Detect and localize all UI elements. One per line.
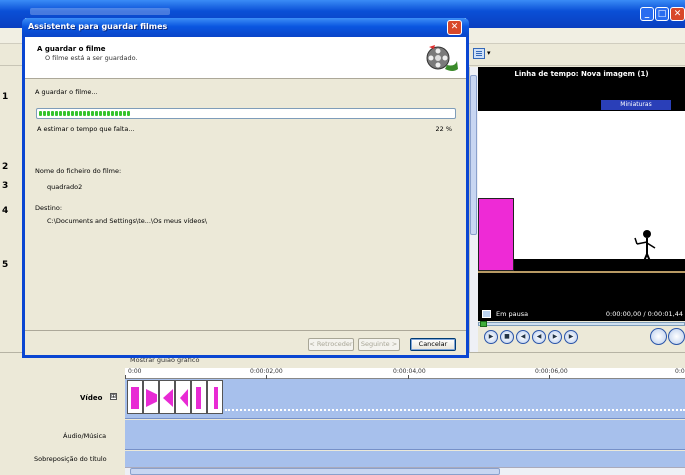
- video-clip[interactable]: [127, 380, 143, 414]
- progress-fill: [39, 111, 130, 116]
- progress-block: [123, 111, 126, 116]
- next-frame-button[interactable]: ▶: [564, 330, 578, 344]
- header-subtitle: O filme está a ser guardado.: [45, 54, 138, 62]
- video-track-label: Vídeo: [80, 394, 103, 402]
- progress-block: [103, 111, 106, 116]
- monitor-icon: [482, 310, 491, 318]
- progress-block: [47, 111, 50, 116]
- side-step-number: 4: [2, 206, 9, 216]
- audio-track[interactable]: [125, 420, 685, 450]
- dialog-title: Assistente para guardar filmes: [28, 22, 168, 31]
- preview-monitor: Linha de tempo: Nova imagem (1) Miniatur…: [478, 67, 685, 351]
- preview-frame: [478, 111, 685, 273]
- preview-status-bar: Em pausa 0:00:00,00 / 0:00:01,44: [478, 307, 685, 321]
- video-clips: [125, 380, 225, 416]
- dialog-separator: [25, 330, 466, 331]
- pink-rectangle-shape: [478, 198, 514, 271]
- stick-figure-icon: [634, 230, 656, 267]
- play-button[interactable]: ▶: [484, 330, 498, 344]
- previous-frame-button[interactable]: ◀: [516, 330, 530, 344]
- seek-thumb[interactable]: [480, 321, 487, 327]
- audio-track-label: Áudio/Música: [63, 432, 107, 440]
- thumbnails-button[interactable]: Miniaturas: [601, 100, 671, 110]
- tick-label: 0:00: [128, 368, 142, 375]
- title-overlay-track[interactable]: [125, 451, 685, 467]
- rewind-button[interactable]: ◀: [532, 330, 546, 344]
- preview-title: Linha de tempo: Nova imagem (1): [478, 67, 685, 81]
- progress-block: [71, 111, 74, 116]
- tick-label: 0:00:06,00: [535, 368, 568, 375]
- video-clip[interactable]: [175, 380, 191, 414]
- progress-block: [51, 111, 54, 116]
- progress-percent: 22 %: [435, 125, 452, 133]
- playback-status: Em pausa: [496, 310, 529, 318]
- app-title-blurred: [30, 8, 170, 15]
- forward-button[interactable]: ▶: [548, 330, 562, 344]
- tick-label: 0:0: [675, 368, 685, 375]
- side-step-number: 2: [2, 162, 9, 172]
- progress-block: [79, 111, 82, 116]
- tasks-scrollbar-thumb[interactable]: [470, 75, 477, 235]
- progress-block: [39, 111, 42, 116]
- preview-screen: Miniaturas: [478, 81, 685, 308]
- dialog-titlebar: Assistente para guardar filmes ✕: [22, 18, 469, 37]
- progress-block: [63, 111, 66, 116]
- side-step-number: 1: [2, 92, 9, 102]
- ground-line: [478, 271, 685, 273]
- progress-block: [67, 111, 70, 116]
- snapshot-button[interactable]: [668, 328, 685, 345]
- view-options-dropdown-icon[interactable]: ▾: [487, 49, 491, 57]
- filename-label: Nome do ficheiro do filme:: [35, 167, 122, 175]
- time-remaining-label: A estimar o tempo que falta...: [37, 125, 135, 133]
- app-close-button[interactable]: ✕: [670, 7, 685, 21]
- progress-block: [99, 111, 102, 116]
- progress-block: [107, 111, 110, 116]
- progress-block: [75, 111, 78, 116]
- dialog-header: A guardar o filme O filme está a ser gua…: [25, 37, 466, 79]
- playback-time: 0:00:00,00 / 0:00:01,44: [605, 310, 683, 318]
- progress-block: [111, 111, 114, 116]
- split-clip-button[interactable]: [650, 328, 667, 345]
- next-button[interactable]: Seguinte >: [358, 338, 400, 351]
- title-overlay-track-label: Sobreposição do título: [34, 455, 107, 463]
- filename-value: quadrado2: [47, 183, 83, 191]
- destination-label: Destino:: [35, 204, 63, 212]
- side-step-number: 5: [2, 260, 9, 270]
- progress-block: [59, 111, 62, 116]
- timeline-scrollbar-thumb[interactable]: [130, 468, 500, 475]
- progress-block: [119, 111, 122, 116]
- video-clip[interactable]: [159, 380, 175, 414]
- stop-button[interactable]: ■: [500, 330, 514, 344]
- save-movie-wizard: Assistente para guardar filmes ✕ A guard…: [22, 18, 469, 358]
- destination-value: C:\Documents and Settings\te...\Os meus …: [47, 217, 207, 225]
- header-title: A guardar o filme: [37, 45, 106, 53]
- view-options-icon[interactable]: [473, 48, 485, 59]
- progress-block: [95, 111, 98, 116]
- cancel-button[interactable]: Cancelar: [410, 338, 456, 351]
- video-clip[interactable]: [191, 380, 207, 414]
- dialog-close-button[interactable]: ✕: [447, 20, 462, 35]
- tick-label: 0:00:02,00: [250, 368, 283, 375]
- progress-block: [83, 111, 86, 116]
- video-clip[interactable]: [207, 380, 223, 414]
- side-step-number: 3: [2, 181, 9, 191]
- progress-block: [43, 111, 46, 116]
- expand-video-track-icon[interactable]: ⊞: [110, 393, 117, 400]
- saving-label: A guardar o filme...: [35, 88, 98, 96]
- progress-block: [127, 111, 130, 116]
- save-progress-bar: [36, 108, 456, 119]
- progress-block: [55, 111, 58, 116]
- progress-block: [87, 111, 90, 116]
- progress-block: [91, 111, 94, 116]
- film-reel-icon: [426, 45, 458, 71]
- minimize-button[interactable]: _: [640, 7, 654, 21]
- tick-label: 0:00:04,00: [393, 368, 426, 375]
- maximize-button[interactable]: □: [655, 7, 669, 21]
- seek-bar[interactable]: [478, 322, 685, 326]
- video-track-dots: [225, 409, 685, 411]
- back-button[interactable]: < Retroceder: [308, 338, 354, 351]
- video-clip[interactable]: [143, 380, 159, 414]
- progress-block: [115, 111, 118, 116]
